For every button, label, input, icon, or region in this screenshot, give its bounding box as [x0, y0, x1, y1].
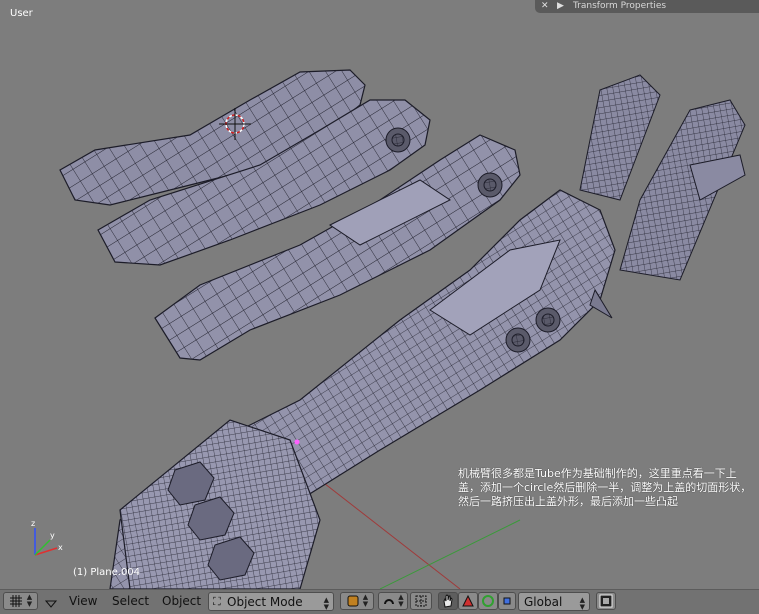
updown-arrows-icon: ▲ ▼ [26, 593, 33, 608]
snap-icon [415, 595, 427, 607]
svg-text:x: x [58, 543, 63, 552]
object-origin-dot [294, 439, 300, 445]
rotate-manipulator-button[interactable] [478, 592, 498, 610]
hand-icon [443, 594, 453, 608]
close-icon[interactable]: ✕ [541, 0, 549, 13]
mode-dropdown[interactable]: ⛶ Object Mode ▲ ▼ [208, 592, 334, 611]
annotation-text: 机械臂很多都是Tube作为基础制作的，这里重点看一下上盖，添加一个circle然… [458, 467, 752, 508]
menu-select[interactable]: Select [112, 594, 149, 608]
render-icon [599, 594, 613, 608]
transform-properties-panel-header[interactable]: ✕ ▶ Transform Properties [535, 0, 759, 13]
shading-icon [347, 595, 359, 607]
pivot-dropdown[interactable]: ▲ ▼ [378, 592, 408, 610]
active-object-label: (1) Plane.004 [73, 567, 141, 578]
transform-properties-title: Transform Properties [573, 1, 667, 11]
translate-manipulator-button[interactable] [458, 592, 478, 610]
shading-dropdown[interactable]: ▲ ▼ [340, 592, 374, 610]
snap-button[interactable] [410, 592, 432, 610]
grid-icon [9, 595, 22, 607]
render-preview-button[interactable] [596, 592, 616, 610]
axis-gizmo-icon: z x y [31, 519, 63, 556]
orientation-dropdown-label: Global [524, 595, 563, 609]
3d-viewport[interactable]: z x y User (1) Plane.004 ✕ ▶ Transform P… [0, 0, 759, 589]
menu-collapse-icon[interactable] [44, 595, 58, 614]
manipulator-toggle[interactable] [438, 592, 458, 610]
svg-text:y: y [50, 531, 55, 540]
editor-type-button[interactable]: ▲ ▼ [3, 592, 38, 610]
updown-arrows-icon: ▲ ▼ [323, 596, 329, 611]
triangle-icon [462, 594, 474, 607]
x-axis-line [319, 479, 461, 589]
updown-arrows-icon: ▲ ▼ [362, 593, 369, 608]
object-mode-icon: ⛶ [213, 595, 221, 608]
view-label: User [10, 8, 33, 19]
updown-arrows-icon: ▲ ▼ [398, 593, 404, 608]
blender-window: z x y User (1) Plane.004 ✕ ▶ Transform P… [0, 0, 759, 614]
pivot-icon [384, 599, 395, 605]
menu-object[interactable]: Object [162, 594, 201, 608]
3d-view-header: ▲ ▼ View Select Object ⛶ Object Mode ▲ ▼ ▲… [0, 589, 759, 614]
menu-view[interactable]: View [69, 594, 97, 608]
svg-text:z: z [31, 519, 35, 528]
orientation-dropdown[interactable]: Global ▲ ▼ [518, 592, 590, 611]
circle-icon [482, 595, 494, 607]
y-axis-line [379, 519, 521, 589]
updown-arrows-icon: ▲ ▼ [579, 596, 585, 611]
mode-dropdown-label: Object Mode [227, 595, 303, 609]
collapse-triangle-icon[interactable]: ▶ [557, 0, 564, 13]
square-icon [503, 597, 511, 605]
scale-manipulator-button[interactable] [498, 592, 516, 610]
